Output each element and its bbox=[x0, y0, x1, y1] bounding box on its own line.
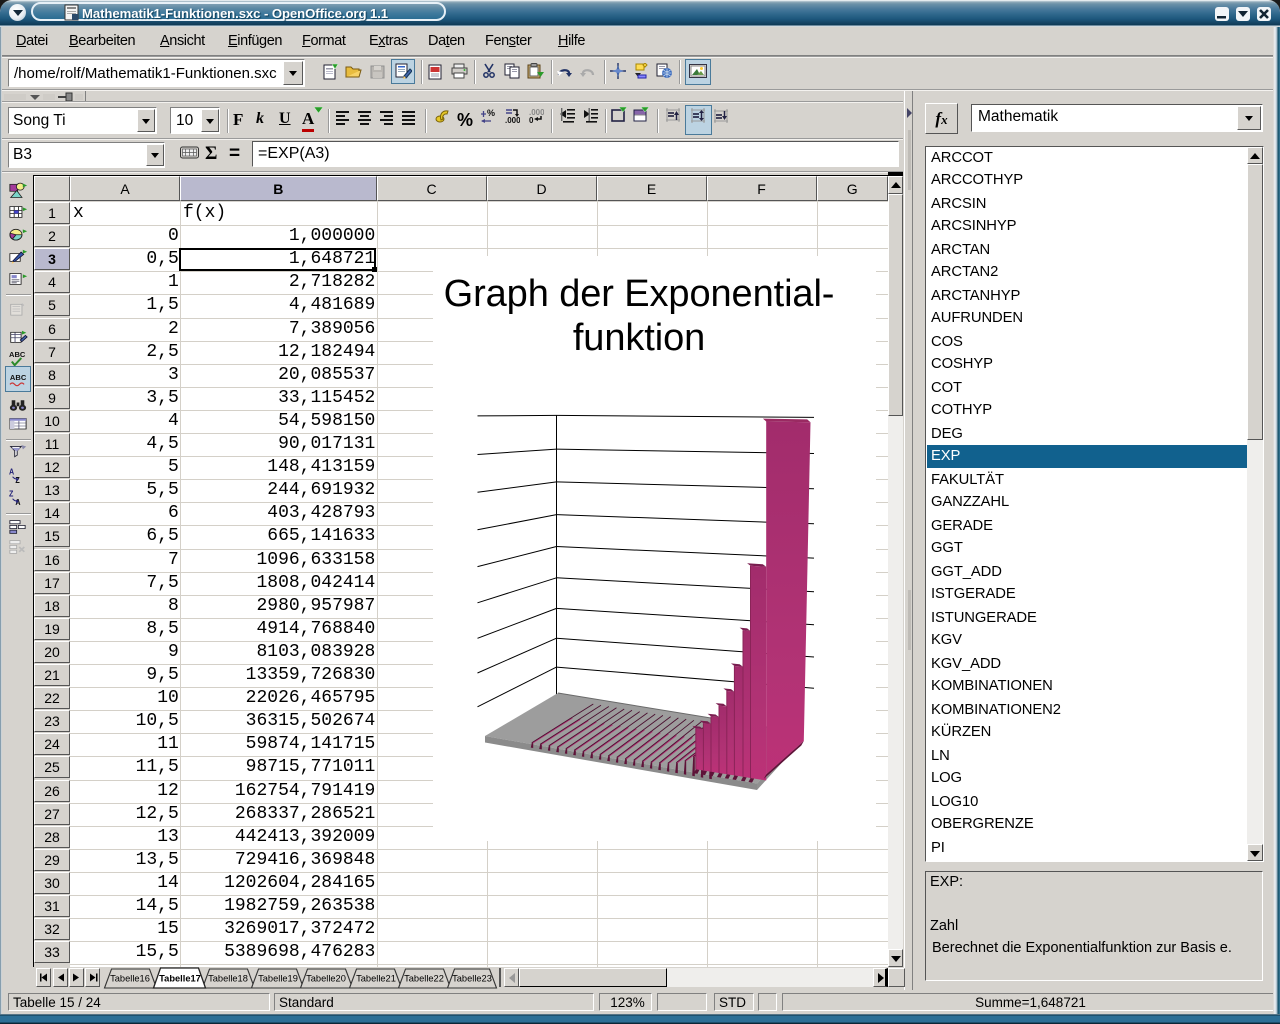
svg-text:ABC: ABC bbox=[10, 373, 26, 382]
svg-text:Tabelle19: Tabelle19 bbox=[258, 974, 298, 984]
svg-text:Tabelle22: Tabelle22 bbox=[404, 974, 444, 984]
svg-text:%: % bbox=[487, 108, 495, 118]
svg-text:A: A bbox=[9, 467, 15, 476]
svg-text:.000: .000 bbox=[505, 116, 520, 124]
svg-text:Tabelle20: Tabelle20 bbox=[306, 974, 346, 984]
svg-text:Tabelle16: Tabelle16 bbox=[110, 974, 150, 984]
svg-text:ABC: ABC bbox=[9, 350, 26, 359]
svg-text:0: 0 bbox=[529, 116, 534, 124]
svg-text:Tabelle17: Tabelle17 bbox=[159, 974, 201, 984]
svg-text:Tabelle18: Tabelle18 bbox=[208, 974, 248, 984]
svg-text:Tabelle21: Tabelle21 bbox=[356, 974, 396, 984]
svg-text:Z: Z bbox=[9, 489, 14, 498]
svg-text:Tabelle23: Tabelle23 bbox=[452, 974, 492, 984]
